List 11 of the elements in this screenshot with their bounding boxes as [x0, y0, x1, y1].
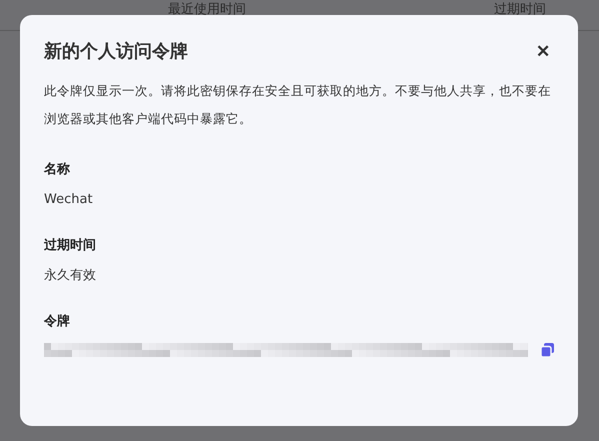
- field-label: 过期时间: [44, 237, 97, 255]
- dialog-title: 新的个人访问令牌: [44, 40, 188, 63]
- field-label: 名称: [44, 161, 71, 179]
- copy-icon[interactable]: [541, 343, 554, 357]
- field-value: 永久有效: [44, 267, 97, 285]
- close-button[interactable]: ✕: [532, 40, 554, 62]
- column-header: 过期时间: [494, 1, 546, 18]
- field-label: 令牌: [44, 313, 71, 331]
- column-header: 最近使用时间: [168, 1, 246, 18]
- field-value: Wechat: [44, 191, 94, 209]
- description-text: 此令牌仅显示一次。请将此密钥保存在安全且可获取的地方。不要与他人共享，也不要在浏览器或其他客户端代码中暴露它。: [44, 82, 552, 128]
